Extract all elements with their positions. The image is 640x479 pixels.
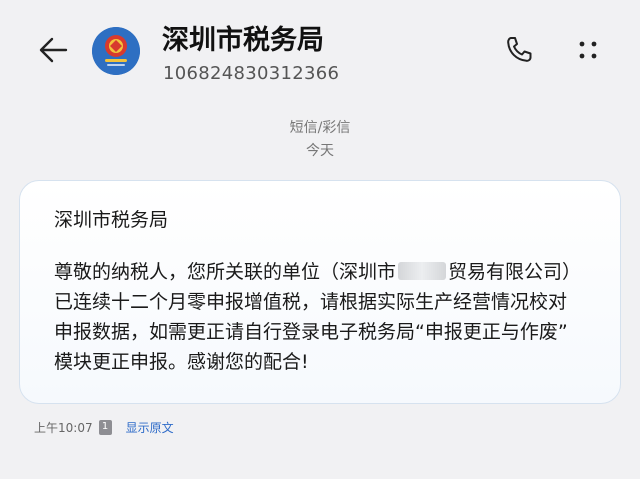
sim-number: 1 (101, 421, 109, 432)
tax-bureau-emblem-icon (92, 27, 140, 75)
redacted-text (398, 262, 447, 280)
message-title: 深圳市税务局 (54, 209, 169, 231)
arrow-left-icon (39, 37, 68, 63)
message-line-3: 申报数据，如需更正请自行登录电子税务局“申报更正与作废” (54, 321, 568, 343)
more-vertical-icon (579, 41, 597, 59)
sim-card-badge: 1 (98, 419, 112, 435)
sender-name: 深圳市税务局 (162, 25, 324, 56)
message-time: 上午10:07 (34, 420, 93, 435)
sender-avatar[interactable] (92, 27, 140, 75)
message-line-1: 尊敬的纳税人，您所关联的单位（深圳市 贸易有限公司） (54, 257, 596, 287)
message-bubble[interactable]: 深圳市税务局 尊敬的纳税人，您所关联的单位（深圳市 贸易有限公司） 已连续十二个月… (19, 180, 621, 404)
back-button[interactable] (34, 30, 74, 70)
message-type-label: 短信/彩信 (289, 120, 351, 136)
date-separator: 今天 (306, 143, 334, 159)
message-body: 尊敬的纳税人，您所关联的单位（深圳市 贸易有限公司） 已连续十二个月零申报增值税，… (54, 257, 596, 377)
show-original-link[interactable]: 显示原文 (126, 419, 174, 436)
message-footer: 上午10:07 1 显示原文 (34, 417, 174, 437)
message-line-1-end: 贸易有限公司） (448, 261, 582, 283)
more-options-button[interactable] (570, 32, 606, 68)
call-button[interactable] (501, 32, 537, 68)
sender-number: 106824830312366 (163, 63, 340, 84)
message-line-4: 模块更正申报。感谢您的配合! (54, 351, 309, 373)
message-line-1-start: 尊敬的纳税人，您所关联的单位（深圳市 (54, 261, 397, 283)
message-line-2: 已连续十二个月零申报增值税，请根据实际生产经营情况校对 (54, 291, 568, 313)
phone-icon (507, 37, 532, 62)
conversation-header: 深圳市税务局 106824830312366 (0, 0, 640, 100)
